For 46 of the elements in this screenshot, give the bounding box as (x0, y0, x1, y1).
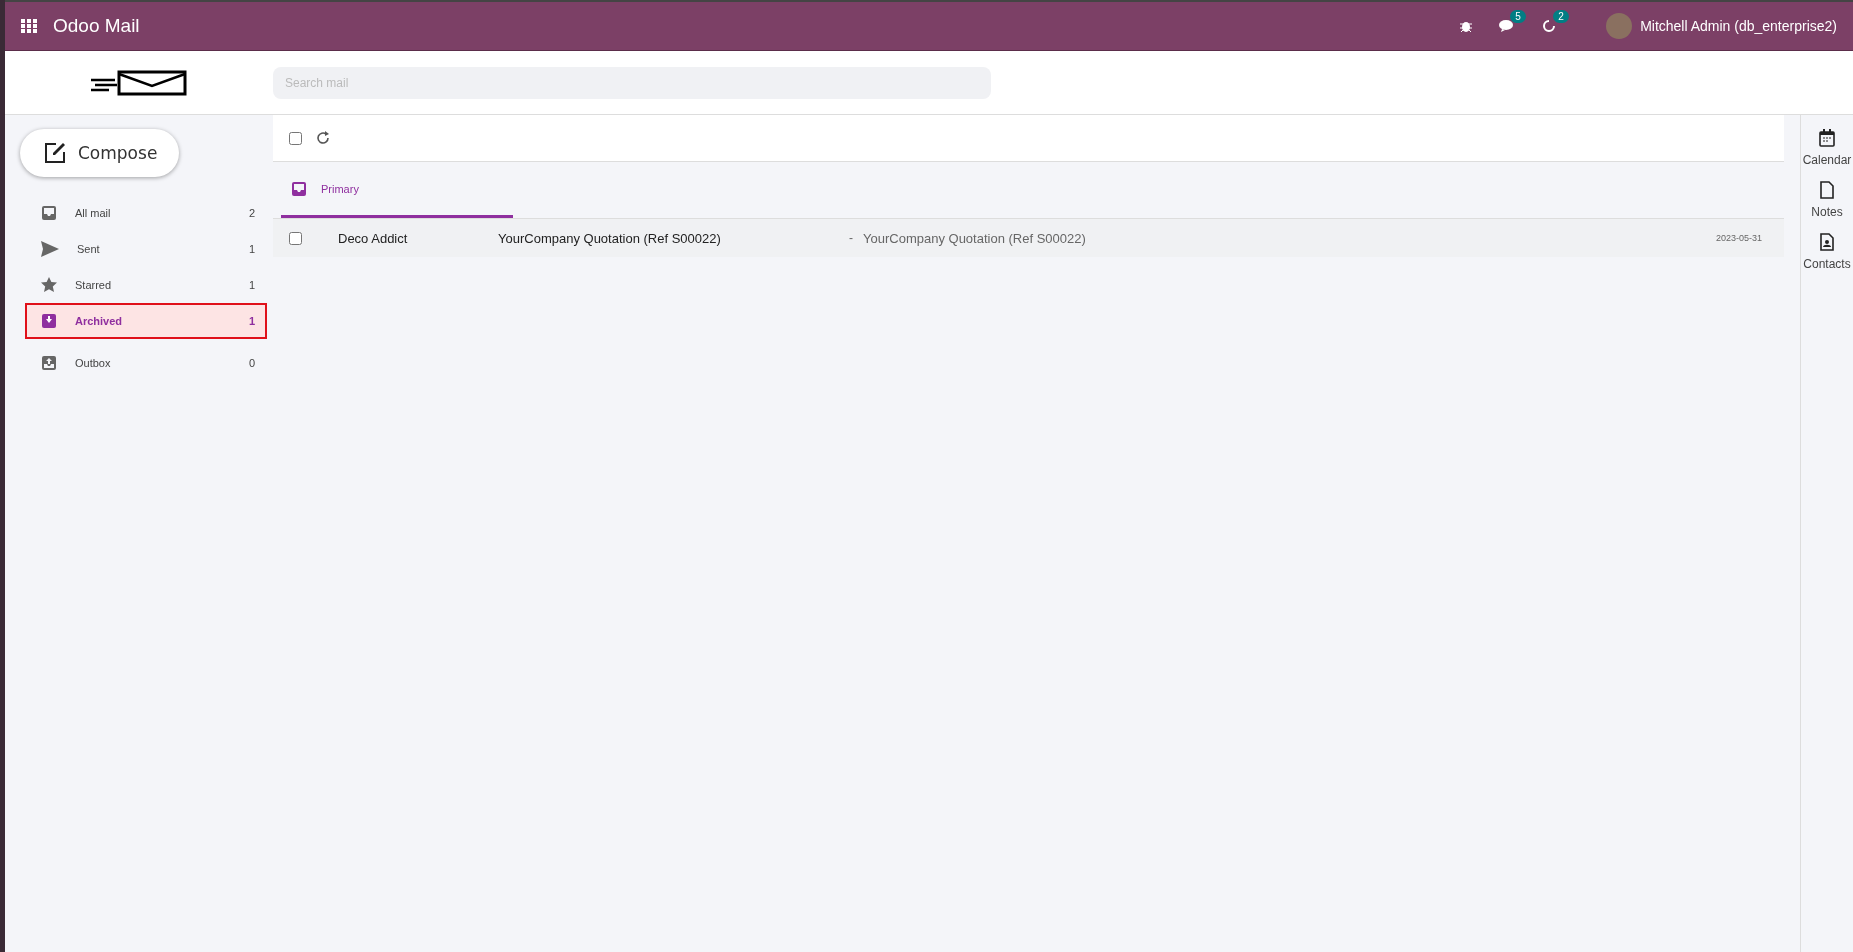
bug-icon[interactable] (1459, 19, 1474, 33)
message-row[interactable]: Deco Addict YourCompany Quotation (Ref S00022) - YourCompany Quotation (Ref S00022) 2023-05-31 (273, 219, 1784, 257)
folder-label: Starred (75, 279, 113, 291)
folder-label: All mail (75, 207, 112, 219)
user-name[interactable]: Mitchell Admin (db_enterprise2) (1640, 18, 1837, 34)
folder-count: 1 (248, 315, 255, 327)
contact-card-icon (1820, 233, 1834, 251)
side-app-link[interactable]: Contacts (1803, 257, 1851, 271)
star-icon (41, 277, 57, 293)
calendar-icon (1819, 129, 1835, 147)
folder-label: Outbox (75, 357, 112, 369)
search-field[interactable]: Search mail (273, 66, 991, 99)
message-date: 2023-05-31 (1715, 233, 1762, 243)
folder-item[interactable]: Outbox 0 (25, 345, 267, 381)
send-icon (41, 241, 59, 257)
folder-count: 1 (248, 243, 255, 255)
side-app-link[interactable]: Calendar (1802, 153, 1852, 167)
side-app-link[interactable]: Notes (1811, 205, 1843, 219)
outbox-icon (41, 355, 57, 371)
message-subject: YourCompany Quotation (Ref S00022) (498, 230, 722, 246)
compose-button[interactable]: Compose (20, 129, 180, 177)
select-all-checkbox[interactable] (289, 131, 302, 145)
folder-label: Archived (75, 315, 124, 327)
inbox-icon (41, 205, 57, 221)
folder-item[interactable]: Starred 1 (25, 267, 267, 303)
clock-icon[interactable] (1542, 19, 1557, 33)
folder-item[interactable]: Archived 1 (25, 303, 267, 339)
folder-count: 1 (248, 279, 255, 291)
folder-count: 2 (248, 207, 255, 219)
message-preview: YourCompany Quotation (Ref S00022) (863, 230, 1087, 246)
archive-icon (41, 313, 57, 329)
refresh-icon[interactable] (316, 131, 330, 145)
inbox-icon (291, 180, 307, 197)
sender-name: Deco Addict (338, 230, 409, 246)
app-grid-icon[interactable] (21, 19, 37, 33)
folder-label: Sent (77, 243, 101, 255)
activity-count-badge: 2 (1553, 10, 1569, 23)
edit-icon (44, 142, 66, 164)
document-icon (1820, 181, 1834, 199)
message-count-badge: 5 (1510, 10, 1526, 23)
folder-item[interactable]: Sent 1 (25, 231, 267, 267)
app-title: Odoo Mail (53, 15, 140, 37)
message-checkbox[interactable] (289, 231, 302, 245)
folder-item[interactable]: All mail 2 (25, 195, 267, 231)
separator-dash: - (849, 231, 854, 245)
folder-count: 0 (248, 357, 255, 369)
